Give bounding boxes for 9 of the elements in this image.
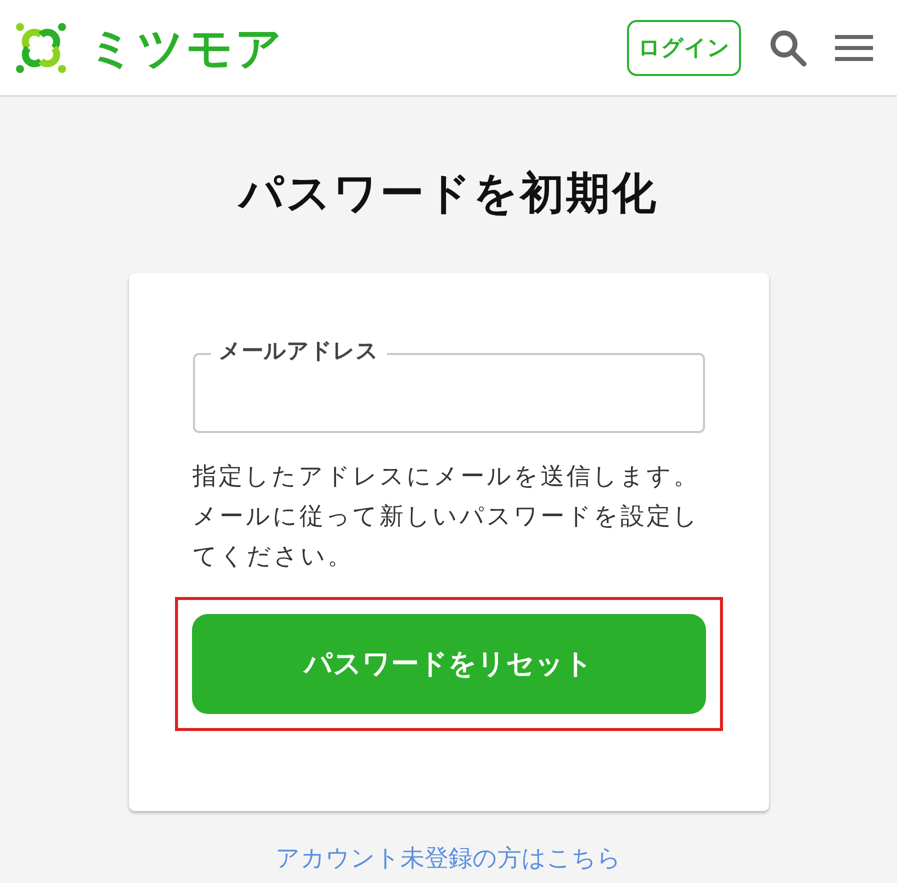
page-title: パスワードを初期化 bbox=[239, 172, 658, 216]
logo-text: ミツモア bbox=[88, 24, 284, 70]
search-icon[interactable] bbox=[769, 28, 807, 66]
logo-icon bbox=[14, 20, 68, 74]
description-text: 指定したアドレスにメールを送信します。メールに従って新しいパスワードを設定してください。 bbox=[192, 462, 700, 572]
reset-password-button[interactable]: パスワードをリセット bbox=[192, 614, 706, 714]
signup-link[interactable]: アカウント未登録の方はこちら bbox=[276, 841, 622, 877]
login-button[interactable]: ログイン bbox=[627, 20, 741, 76]
menu-icon[interactable] bbox=[835, 34, 873, 60]
